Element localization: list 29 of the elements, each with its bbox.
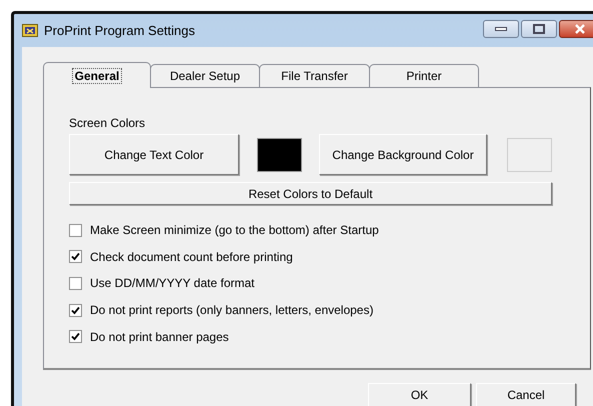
checkbox[interactable]	[69, 304, 82, 317]
check-icon	[71, 306, 80, 315]
color-button[interactable]: Change Background Color	[319, 134, 487, 175]
checkbox[interactable]	[69, 276, 82, 290]
minimize-icon	[495, 26, 507, 30]
check-icon	[71, 332, 80, 342]
tab[interactable]: General	[43, 62, 151, 88]
close-icon	[574, 24, 586, 34]
checkbox-label: Do not print reports (only banners, letters, envelopes)	[90, 303, 374, 318]
section-label: Screen Colors	[69, 116, 146, 132]
minimize-button[interactable]	[483, 20, 519, 38]
checkbox[interactable]	[69, 250, 82, 264]
checkbox[interactable]	[69, 224, 82, 237]
checkbox-label: Make Screen minimize (go to the bottom) after Startup	[90, 223, 379, 238]
checkbox-label: Check document count before printing	[90, 250, 293, 264]
checkbox-label: Use DD/MM/YYYY date format	[90, 276, 254, 290]
tab[interactable]: Printer	[369, 64, 479, 87]
dialog-button[interactable]: Cancel	[476, 383, 576, 406]
checkbox-label: Do not print banner pages	[90, 330, 229, 344]
maximize-button[interactable]	[521, 20, 557, 38]
color-button[interactable]: Change Text Color	[69, 134, 239, 175]
maximize-icon	[533, 24, 545, 34]
checkbox[interactable]	[69, 330, 82, 344]
app-icon	[22, 24, 38, 37]
close-button[interactable]	[559, 20, 593, 38]
dialog-button[interactable]: OK	[368, 383, 471, 406]
check-icon	[71, 252, 80, 262]
window-title: ProPrint Program Settings	[44, 23, 196, 38]
reset-colors-button[interactable]: Reset Colors to Default	[69, 182, 552, 205]
